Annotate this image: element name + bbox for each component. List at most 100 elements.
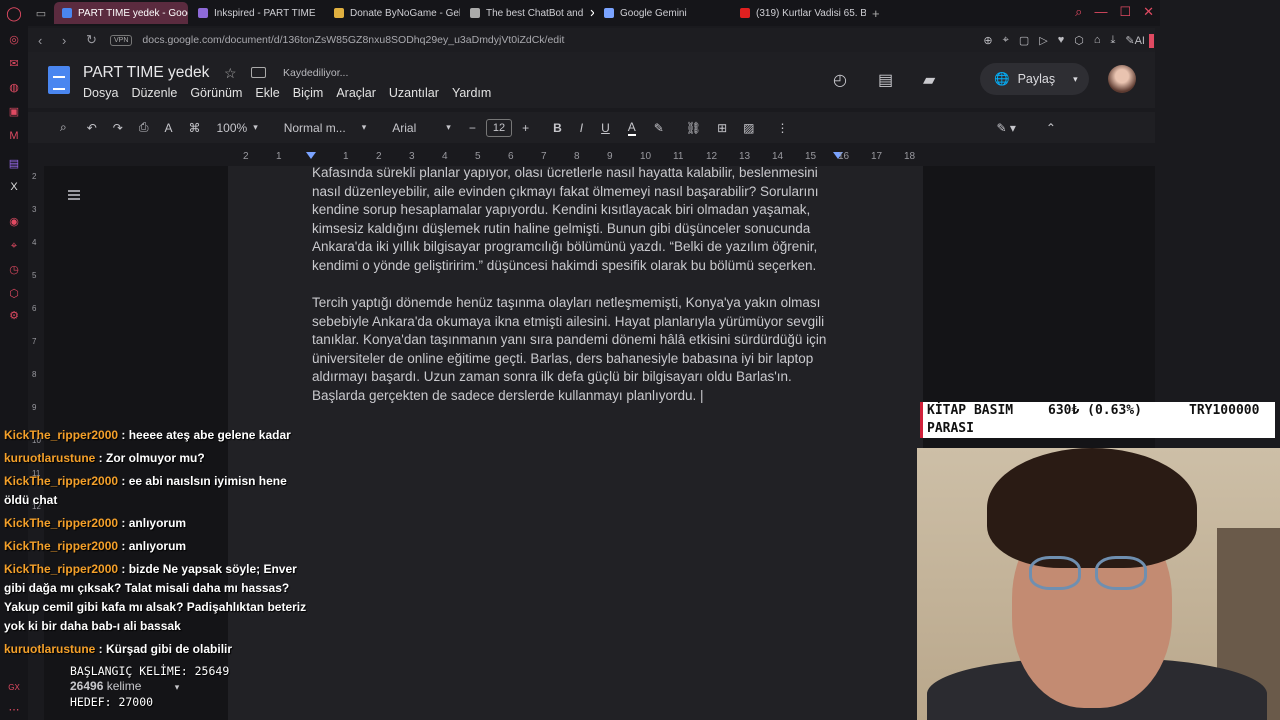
opera-logo-icon[interactable]: ◯ bbox=[0, 5, 28, 22]
sidebar-messenger-icon[interactable]: ✉ bbox=[8, 58, 20, 70]
editing-mode-icon[interactable]: ✎ ▾ bbox=[997, 121, 1016, 135]
extensions-icon[interactable]: ⬡ bbox=[1074, 34, 1084, 47]
meet-icon[interactable]: ▰ bbox=[923, 70, 935, 90]
sidebar-instagram-icon[interactable]: ▣ bbox=[8, 106, 20, 118]
avatar[interactable] bbox=[1108, 65, 1136, 93]
ai-icon[interactable]: ✎AI bbox=[1125, 34, 1145, 47]
document-title[interactable]: PART TIME yedek bbox=[83, 64, 209, 82]
sidebar-twitch-icon[interactable]: ▤ bbox=[8, 158, 20, 170]
menu-item[interactable]: Düzenle bbox=[131, 86, 177, 100]
browser-tab[interactable]: PART TIME yedek - Google bbox=[54, 2, 188, 24]
chevron-down-icon[interactable]: ▾ bbox=[253, 122, 258, 133]
close-tab-icon[interactable]: ✕ bbox=[589, 7, 594, 20]
insert-image-icon[interactable]: ▨ bbox=[743, 121, 754, 135]
ruler-tick-label: 2 bbox=[376, 151, 382, 162]
share-button[interactable]: 🌐 Paylaş ▾ bbox=[980, 63, 1089, 95]
sidebar-pinboard-icon[interactable]: ⌖ bbox=[8, 240, 20, 252]
back-icon[interactable]: ‹ bbox=[38, 33, 52, 48]
spellcheck-icon[interactable]: A bbox=[164, 121, 172, 135]
menu-item[interactable]: Araçlar bbox=[336, 86, 376, 100]
underline-icon[interactable]: U bbox=[601, 121, 610, 135]
comments-icon[interactable]: ▤ bbox=[878, 70, 893, 90]
paragraph-1[interactable]: Kafasında sürekli planlar yapıyor, olası… bbox=[312, 164, 844, 275]
undo-icon[interactable]: ↶ bbox=[87, 121, 97, 135]
play-icon[interactable]: ▷ bbox=[1039, 34, 1047, 47]
font-size-input[interactable]: 12 bbox=[485, 118, 513, 137]
search-icon[interactable]: ⌕ bbox=[60, 120, 67, 135]
menu-item[interactable]: Dosya bbox=[83, 86, 118, 100]
decrease-font-icon[interactable]: − bbox=[469, 121, 476, 135]
browser-tab[interactable]: (319) Kurtlar Vadisi 65. Bö bbox=[732, 2, 866, 24]
word-count-badge[interactable]: 26496 kelime ▾ bbox=[70, 679, 179, 693]
snapshot-icon[interactable]: ▢ bbox=[1019, 34, 1029, 47]
browser-tab[interactable]: Google Gemini bbox=[596, 2, 730, 24]
more-options-icon[interactable]: ⋮ bbox=[777, 121, 789, 135]
vertical-ruler-tick-label: 3 bbox=[32, 205, 37, 214]
sidebar-player-icon[interactable]: ◉ bbox=[8, 216, 20, 228]
indent-marker-icon[interactable] bbox=[306, 152, 316, 159]
style-select[interactable]: Normal m... bbox=[284, 121, 346, 135]
collapse-menu-icon[interactable]: ⌃ bbox=[1046, 121, 1056, 135]
sidebar-whatsapp-icon[interactable]: ◍ bbox=[8, 82, 20, 94]
add-comment-icon[interactable]: ⊞ bbox=[717, 121, 727, 135]
vpn-badge[interactable]: VPN bbox=[110, 34, 133, 46]
menu-item[interactable]: Ekle bbox=[255, 86, 279, 100]
chat-username: KickThe_ripper2000 bbox=[4, 474, 119, 488]
paragraph-2[interactable]: Tercih yaptığı dönemde henüz taşınma ola… bbox=[312, 294, 844, 405]
url-field[interactable]: docs.google.com/document/d/136tonZsW85GZ… bbox=[142, 34, 564, 46]
ruler-tick-label: 7 bbox=[541, 151, 547, 162]
sidebar-settings-icon[interactable]: ⚙ bbox=[8, 310, 20, 322]
browser-tab[interactable]: Inkspired - PART TIME bbox=[190, 2, 324, 24]
ruler-tick-label: 2 bbox=[243, 151, 249, 162]
new-tab-button[interactable]: + bbox=[872, 6, 880, 21]
tab-list-icon[interactable]: ▭ bbox=[28, 7, 54, 20]
font-select[interactable]: Arial bbox=[392, 121, 416, 135]
highlight-icon[interactable]: ✎ bbox=[654, 121, 664, 135]
chevron-down-icon[interactable]: ▾ bbox=[446, 122, 451, 133]
sidebar-history-icon[interactable]: ◷ bbox=[8, 264, 20, 276]
chat-message: KickThe_ripper2000 : anlıyorum bbox=[4, 537, 314, 556]
sidebar-more-icon[interactable]: ⋯ bbox=[8, 704, 20, 716]
print-icon[interactable]: ⎙ bbox=[139, 120, 149, 135]
menu-item[interactable]: Görünüm bbox=[190, 86, 242, 100]
paint-format-icon[interactable]: ⌘ bbox=[188, 121, 200, 135]
increase-font-icon[interactable]: + bbox=[522, 121, 529, 135]
menu-item[interactable]: Uzantılar bbox=[389, 86, 439, 100]
pin-icon[interactable]: ⌖ bbox=[1003, 34, 1009, 47]
chat-username: KickThe_ripper2000 bbox=[4, 539, 119, 553]
heart-icon[interactable]: ♥ bbox=[1058, 34, 1065, 47]
browser-tab[interactable]: The best ChatBot and ✕ bbox=[462, 2, 594, 24]
wallet-icon[interactable]: ⌂ bbox=[1094, 34, 1101, 47]
webcam-feed bbox=[917, 448, 1280, 720]
minimize-icon[interactable]: — bbox=[1094, 4, 1107, 20]
sidebar-mail-icon[interactable]: M bbox=[8, 130, 20, 142]
reload-icon[interactable]: ↻ bbox=[86, 32, 100, 48]
sidebar-x-icon[interactable]: X bbox=[8, 181, 20, 193]
menu-item[interactable]: Yardım bbox=[452, 86, 491, 100]
sidebar-chat-icon[interactable]: ◎ bbox=[8, 34, 20, 46]
close-window-icon[interactable]: ✕ bbox=[1143, 4, 1154, 20]
star-icon[interactable]: ☆ bbox=[224, 65, 237, 82]
move-folder-icon[interactable] bbox=[251, 67, 266, 78]
bold-icon[interactable]: B bbox=[553, 121, 562, 135]
redo-icon[interactable]: ↷ bbox=[113, 121, 123, 135]
outline-icon[interactable] bbox=[68, 190, 80, 200]
zoom-select[interactable]: 100% bbox=[216, 121, 247, 135]
link-icon[interactable]: ⛓ bbox=[686, 121, 701, 135]
sidebar-gx-icon[interactable]: GX bbox=[8, 682, 20, 694]
forward-icon[interactable]: › bbox=[62, 33, 76, 48]
italic-icon[interactable]: I bbox=[580, 121, 583, 135]
docs-logo-icon[interactable] bbox=[48, 66, 70, 94]
zoom-icon[interactable]: ⊕ bbox=[983, 34, 992, 47]
maximize-icon[interactable]: ☐ bbox=[1119, 4, 1131, 20]
download-icon[interactable]: ⤓ bbox=[1111, 34, 1116, 47]
version-history-icon[interactable]: ◴ bbox=[833, 70, 847, 90]
search-tabs-icon[interactable]: ⌕ bbox=[1075, 4, 1082, 20]
page-scrollbar[interactable] bbox=[1149, 34, 1154, 48]
browser-tab[interactable]: Donate ByNoGame - Gel bbox=[326, 2, 460, 24]
chevron-down-icon[interactable]: ▾ bbox=[362, 122, 367, 133]
sidebar-extensions-icon[interactable]: ⬡ bbox=[8, 288, 20, 300]
tab-label: Google Gemini bbox=[620, 7, 687, 19]
menu-item[interactable]: Biçim bbox=[293, 86, 324, 100]
text-color-icon[interactable]: A bbox=[627, 120, 636, 136]
